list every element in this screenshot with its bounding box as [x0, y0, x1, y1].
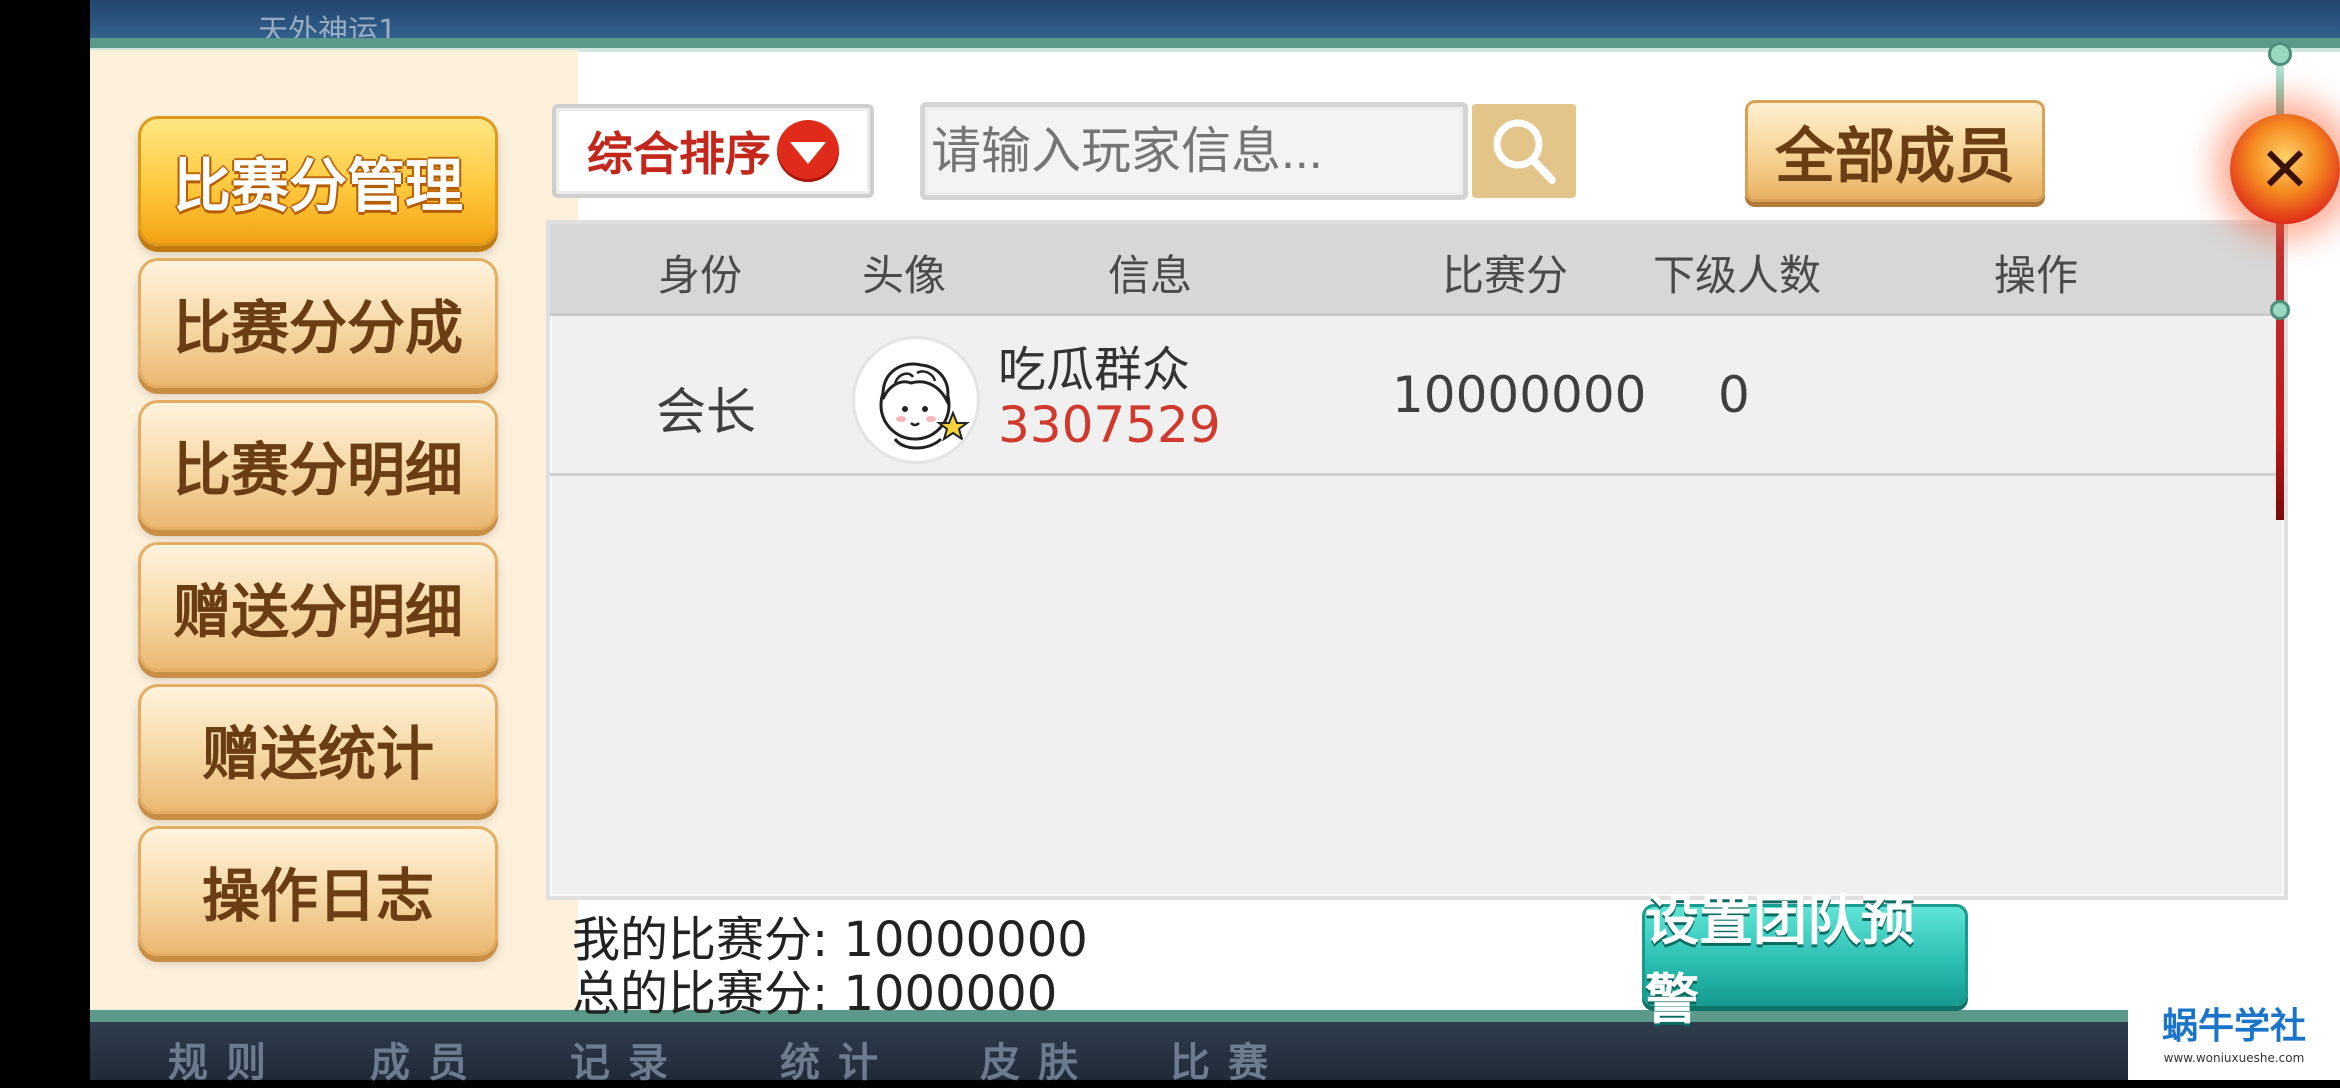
- sidebar-item-label: 赠送统计: [201, 720, 434, 788]
- total-score-line: 总的比赛分: 1000000: [572, 954, 1057, 1024]
- sidebar-item-gift-details[interactable]: 赠送分明细: [138, 542, 498, 672]
- sort-label: 综合排序: [587, 127, 771, 181]
- team-alert-label: 设置团队预警: [1645, 889, 1915, 1031]
- sidebar-item-score-split[interactable]: 比赛分分成: [138, 258, 498, 388]
- bottom-tab-records: 记录: [570, 1040, 686, 1086]
- avatar[interactable]: [852, 336, 980, 464]
- search-icon: [1493, 119, 1556, 184]
- cartoon-avatar-image: [879, 362, 970, 450]
- bottom-tab-match: 比赛: [1170, 1040, 1286, 1086]
- watermark: 蜗牛学社 www.woniuxueshe.com: [2128, 1000, 2340, 1080]
- lantern-bead-bottom: [2270, 300, 2290, 320]
- column-header-role: 身份: [657, 251, 743, 300]
- member-role: 会长: [656, 383, 756, 441]
- table-row[interactable]: 会长 吃瓜群众 3307529 10000000 0: [550, 316, 2284, 476]
- member-name: 吃瓜群众: [998, 342, 1191, 398]
- sidebar-item-gift-stats[interactable]: 赠送统计: [138, 684, 498, 814]
- all-members-label: 全部成员: [1775, 121, 2015, 192]
- column-header-avatar: 头像: [861, 251, 947, 300]
- watermark-url: www.woniuxueshe.com: [2163, 1051, 2305, 1065]
- lantern-bead-top: [2268, 42, 2292, 66]
- sidebar-item-score-details[interactable]: 比赛分明细: [138, 400, 498, 530]
- table-header: 身份 头像 信息 比赛分 下级人数 操作: [550, 224, 2284, 316]
- score-management-dialog: 比赛分管理 比赛分分成 比赛分明细 赠送分明细 赠送统计 操作日志 综合排序 全…: [90, 38, 2340, 1031]
- bottom-tab-stats: 统计: [780, 1040, 896, 1086]
- sort-dropdown[interactable]: 综合排序: [552, 104, 874, 198]
- member-score: 10000000: [1392, 366, 1647, 424]
- sidebar-item-label: 比赛分明细: [172, 436, 463, 504]
- sidebar-item-label: 赠送分明细: [172, 578, 463, 646]
- member-table: 身份 头像 信息 比赛分 下级人数 操作 会长 吃瓜群众 3307529 100…: [546, 220, 2288, 900]
- bottom-tab-skin: 皮肤: [980, 1040, 1096, 1086]
- sidebar-item-score-management[interactable]: 比赛分管理: [138, 116, 498, 246]
- column-header-action: 操作: [1993, 251, 2079, 300]
- dropdown-arrow-icon: [777, 120, 839, 182]
- search-input[interactable]: [920, 102, 1468, 200]
- all-members-button[interactable]: 全部成员: [1745, 100, 2045, 202]
- total-score-label: 总的比赛分:: [572, 966, 829, 1022]
- sidebar-item-operation-log[interactable]: 操作日志: [138, 826, 498, 956]
- set-team-alert-button[interactable]: 设置团队预警: [1642, 889, 1968, 1031]
- total-score-value: 1000000: [843, 966, 1058, 1022]
- column-header-score: 比赛分: [1441, 251, 1569, 300]
- column-header-subordinates: 下级人数: [1652, 251, 1822, 300]
- member-id: 3307529: [998, 396, 1221, 454]
- search-button[interactable]: [1472, 104, 1576, 198]
- member-subordinate-count: 0: [1718, 366, 1750, 424]
- column-header-info: 信息: [1107, 251, 1193, 300]
- close-icon: ✕: [2259, 132, 2311, 206]
- bottom-tab-members: 成员: [370, 1040, 486, 1086]
- bottom-tab-rules: 规则: [168, 1040, 284, 1086]
- background-bottom-tabs: 规则 成员 记录 统计 皮肤 比赛: [90, 1022, 2340, 1086]
- sidebar-item-label: 比赛分管理: [172, 152, 463, 220]
- sidebar-item-label: 操作日志: [201, 862, 434, 930]
- watermark-title: 蜗牛学社: [2161, 1006, 2306, 1047]
- sidebar-item-label: 比赛分分成: [172, 294, 463, 362]
- close-button[interactable]: ✕: [2230, 114, 2340, 224]
- sidebar: 比赛分管理 比赛分分成 比赛分明细 赠送分明细 赠送统计 操作日志: [90, 50, 578, 1010]
